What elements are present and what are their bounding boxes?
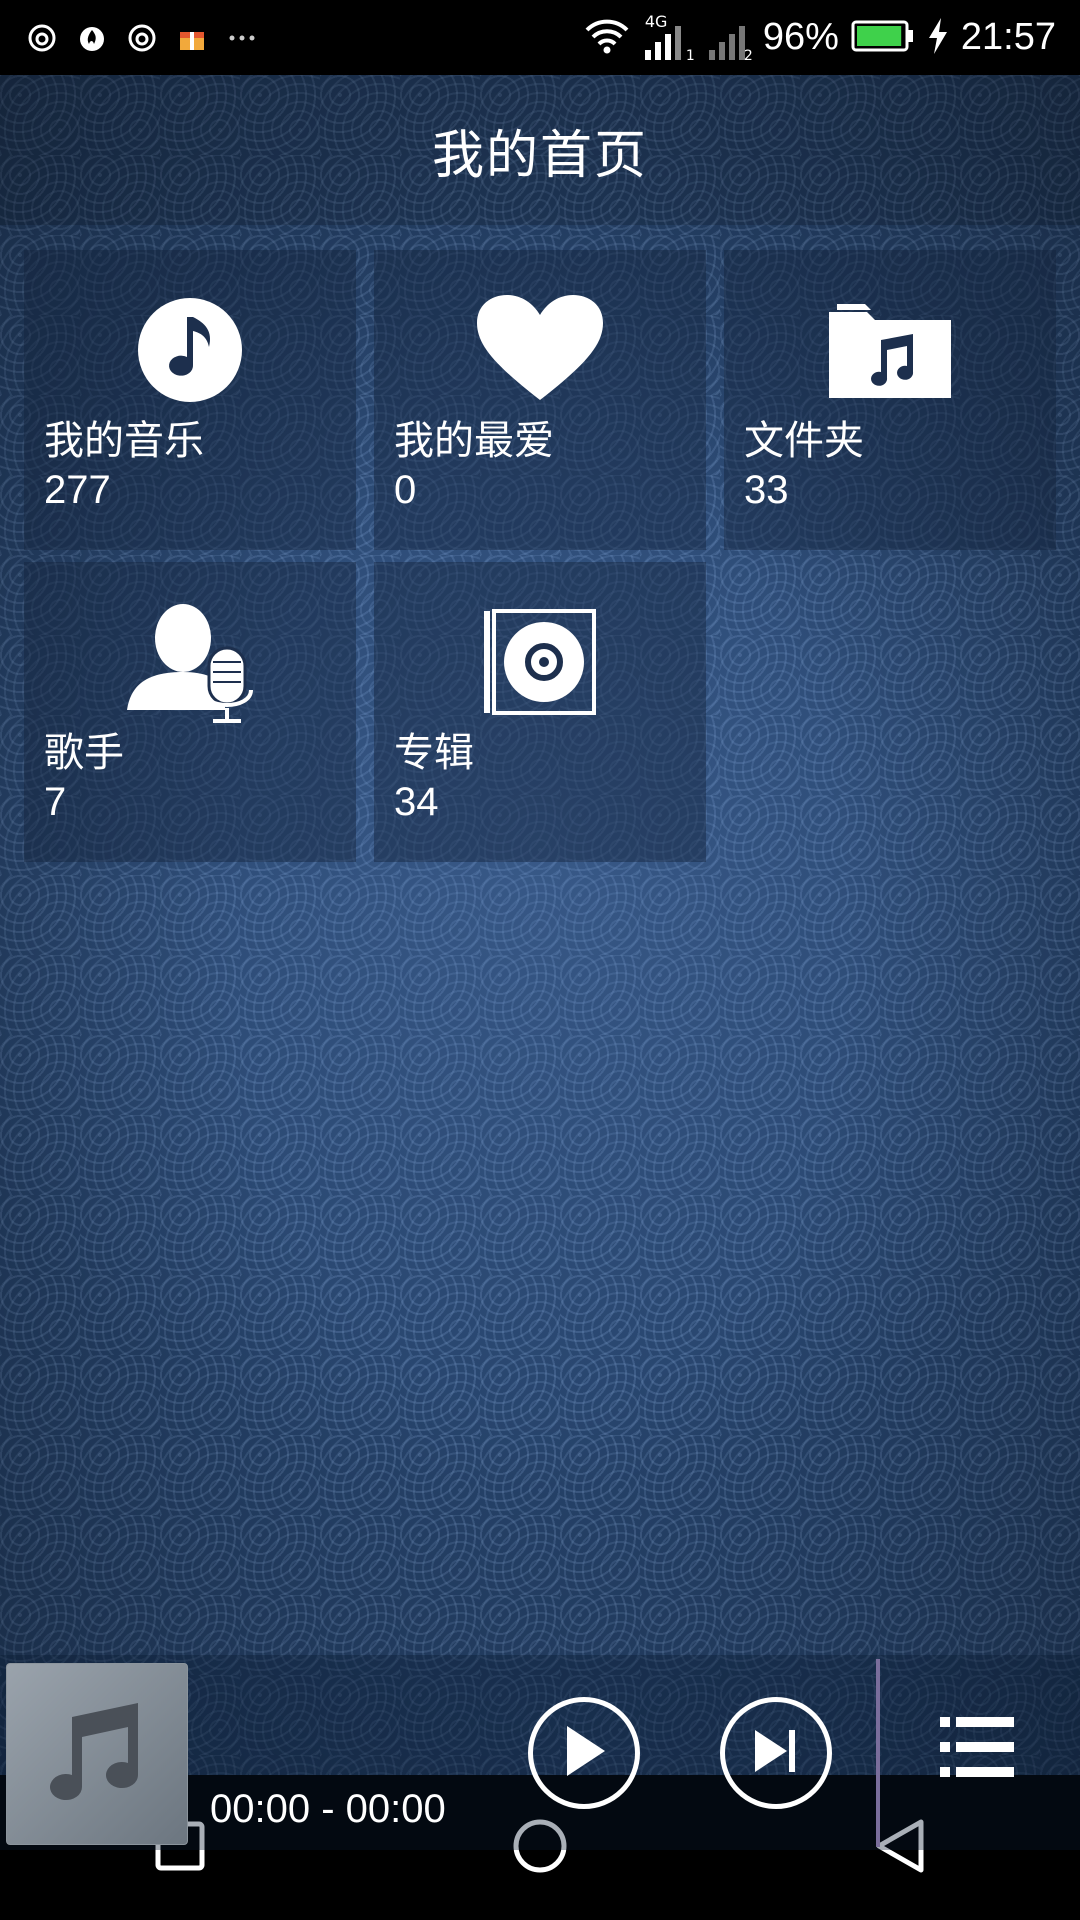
netease-music-icon [26, 22, 58, 54]
notification-icons [0, 22, 258, 54]
music-note-icon [125, 290, 255, 410]
signal-sim1-icon: 4G 1 [643, 12, 695, 64]
tile-albums[interactable]: 专辑 34 [374, 562, 706, 862]
gift-box-icon [176, 22, 208, 54]
sim1-label: 1 [685, 47, 695, 64]
main-content: 我的首页 我的音乐 277 我的最爱 0 文件夹 33 歌手 7 专辑 34 0… [0, 75, 1080, 1850]
system-status: 4G 1 2 96% 21:57 [583, 0, 1056, 75]
singer-microphone-icon [125, 602, 255, 723]
album-cd-icon [475, 602, 605, 722]
page-title: 我的首页 [431, 125, 648, 186]
tile-count: 0 [394, 468, 417, 512]
wifi-icon [583, 16, 631, 60]
tile-folder[interactable]: 文件夹 33 [724, 250, 1056, 550]
battery-percent: 96% [762, 16, 839, 58]
charging-icon [927, 16, 949, 60]
tile-label: 我的音乐 [44, 418, 204, 464]
album-art[interactable] [6, 1663, 188, 1845]
flame-app-icon [76, 22, 108, 54]
music-folder-icon [825, 290, 955, 410]
play-icon [559, 1724, 609, 1782]
clock: 21:57 [960, 16, 1056, 58]
signal-sim2-icon: 2 [707, 14, 753, 64]
sim2-label: 2 [743, 47, 753, 64]
tile-count: 7 [44, 780, 67, 824]
tile-count: 277 [44, 468, 111, 512]
play-button[interactable] [528, 1697, 640, 1809]
mini-player: 00:00 - 00:00 [0, 1655, 1080, 1850]
music-note-placeholder-icon [42, 1697, 152, 1811]
player-divider [876, 1659, 880, 1847]
tile-my-music[interactable]: 我的音乐 277 [24, 250, 356, 550]
battery-icon [851, 19, 915, 57]
playlist-button[interactable] [940, 1715, 1030, 1795]
tile-count: 33 [744, 468, 789, 512]
tile-singers[interactable]: 歌手 7 [24, 562, 356, 862]
tile-count: 34 [394, 780, 439, 824]
tile-label: 歌手 [44, 730, 124, 776]
tile-label: 专辑 [394, 730, 474, 776]
playback-time: 00:00 - 00:00 [210, 1787, 446, 1831]
next-button[interactable] [720, 1697, 832, 1809]
skip-next-icon [749, 1726, 803, 1780]
heart-icon [475, 290, 605, 410]
playlist-icon [940, 1717, 1016, 1783]
tile-label: 我的最爱 [394, 418, 554, 464]
title-bar: 我的首页 [0, 75, 1080, 225]
status-bar: 4G 1 2 96% 21:57 [0, 0, 1080, 75]
tile-my-favorites[interactable]: 我的最爱 0 [374, 250, 706, 550]
netease-music-icon-2 [126, 22, 158, 54]
screen: 4G 1 2 96% 21:57 我的首页 我的音乐 277 我的最爱 0 文件… [0, 0, 1080, 1920]
tile-label: 文件夹 [744, 418, 864, 464]
more-notifications-icon [226, 22, 258, 54]
category-grid: 我的音乐 277 我的最爱 0 文件夹 33 歌手 7 专辑 34 [24, 250, 1056, 862]
